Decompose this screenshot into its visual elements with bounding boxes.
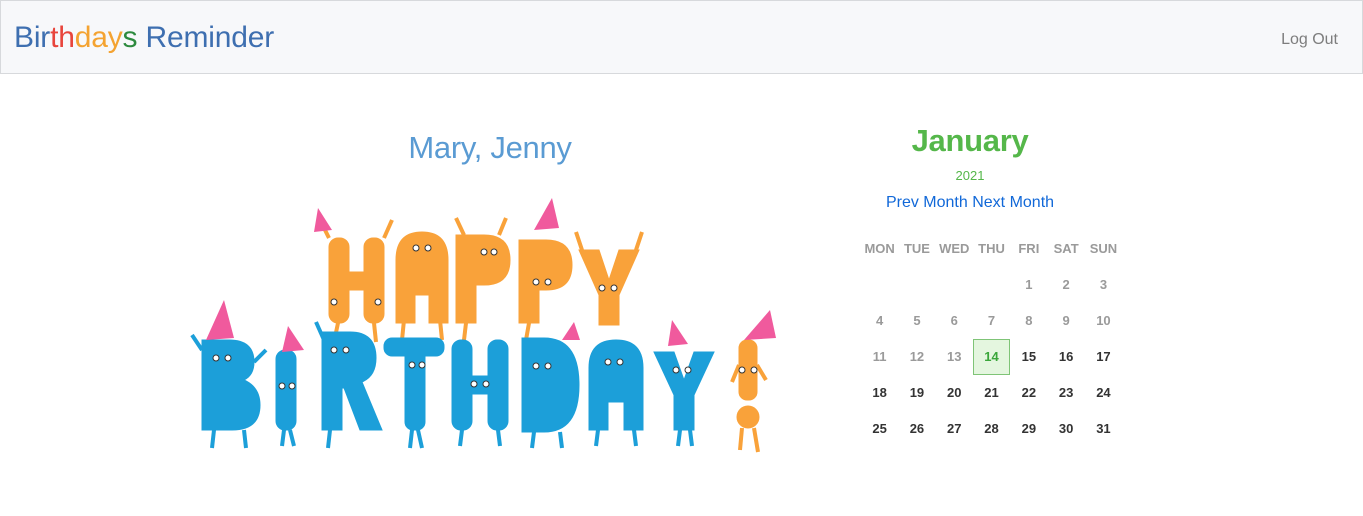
calendar-day[interactable]: 21 [973,375,1010,411]
calendar-day[interactable]: 11 [861,339,898,375]
letter-d [521,337,580,449]
letter-t1 [383,337,445,449]
calendar-day[interactable]: 20 [936,375,973,411]
letter-h1 [318,219,394,343]
brand-letter: s [122,21,138,54]
letter-a2 [588,339,644,447]
calendar-day[interactable]: 13 [936,339,973,375]
birthday-names: Mary, Jenny [408,130,572,165]
calendar-day[interactable]: 2 [1047,267,1084,303]
brand-letter: y [107,21,123,54]
calendar-day[interactable]: 6 [936,303,973,339]
weekday-header: WED [939,241,970,256]
calendar-day[interactable]: 28 [973,411,1010,447]
brand-letter: d [231,21,248,54]
calendar-grid: MON TUE WED THU FRI SAT SUN 1 2 3 4 5 6 7 8 9 10 11 12 13 14… [861,231,1122,447]
logout-link[interactable]: Log Out [1281,31,1338,49]
calendar-blank [898,267,935,303]
calendar-day[interactable]: 16 [1047,339,1084,375]
calendar-year: 2021 [955,168,985,183]
calendar-nav: Prev Month Next Month [820,194,1120,212]
calendar-day-today[interactable]: 14 [972,339,1011,375]
calendar-day[interactable]: 1 [1010,267,1047,303]
brand-letter: m [183,21,209,54]
calendar-day[interactable]: 8 [1010,303,1047,339]
calendar-day[interactable]: 10 [1085,303,1122,339]
calendar-day[interactable]: 24 [1085,375,1122,411]
calendar-month: January [911,123,1029,158]
letter-i [275,349,297,447]
calendar-day[interactable]: 18 [861,375,898,411]
calendar-blank [861,267,898,303]
weekday-header: MON [864,241,895,256]
next-month-link[interactable]: Next Month [972,194,1054,211]
letter-p1 [454,217,511,341]
letter-r [314,321,383,449]
calendar-day[interactable]: 22 [1010,375,1047,411]
letter-y2 [653,351,715,447]
weekday-header: SAT [1053,241,1079,256]
brand-letter: B [14,21,34,54]
brand-letter: e [247,21,265,54]
calendar-day[interactable]: 7 [973,303,1010,339]
weekday-header: THU [978,241,1005,256]
calendar-day[interactable]: 30 [1047,411,1084,447]
brand-letter: e [166,21,184,54]
calendar-day[interactable]: 15 [1010,339,1047,375]
calendar-day[interactable]: 26 [898,411,935,447]
brand-letter [137,20,145,56]
calendar-day[interactable]: 4 [861,303,898,339]
calendar-day[interactable]: 29 [1010,411,1047,447]
calendar-day[interactable]: 3 [1085,267,1122,303]
exclamation [730,339,768,453]
brand-letter: R [145,21,167,54]
letter-a [395,231,449,341]
weekday-header: SUN [1089,241,1118,256]
brand-letter: h [58,21,75,54]
calendar-day[interactable]: 25 [861,411,898,447]
happy-birthday-illustration [190,198,776,453]
calendar-blank [973,267,1010,303]
calendar-day[interactable]: 19 [898,375,935,411]
weekday-header: TUE [903,241,930,256]
calendar-day[interactable]: 31 [1085,411,1122,447]
calendar-day[interactable]: 17 [1085,339,1122,375]
brand-letter: r [40,21,51,54]
calendar-day[interactable]: 27 [936,411,973,447]
weekday-header: FRI [1018,241,1040,256]
prev-month-link[interactable]: Prev Month [886,194,968,211]
calendar-day[interactable]: 9 [1047,303,1084,339]
brand-letter: d [74,21,92,54]
calendar-day[interactable]: 12 [898,339,935,375]
app-brand[interactable]: Birthdays Reminder [14,20,274,56]
calendar-day[interactable]: 23 [1047,375,1084,411]
letter-y [574,231,644,326]
brand-letter: r [264,21,275,54]
calendar-blank [936,267,973,303]
navbar: Birthdays Reminder Log Out [0,0,1363,74]
brand-letter: a [91,21,108,54]
letter-b [190,333,268,449]
calendar-day[interactable]: 5 [898,303,935,339]
brand-letter: t [50,21,59,54]
letter-h2 [451,339,509,447]
brand-letter: n [214,21,232,54]
letter-p2 [518,239,573,341]
